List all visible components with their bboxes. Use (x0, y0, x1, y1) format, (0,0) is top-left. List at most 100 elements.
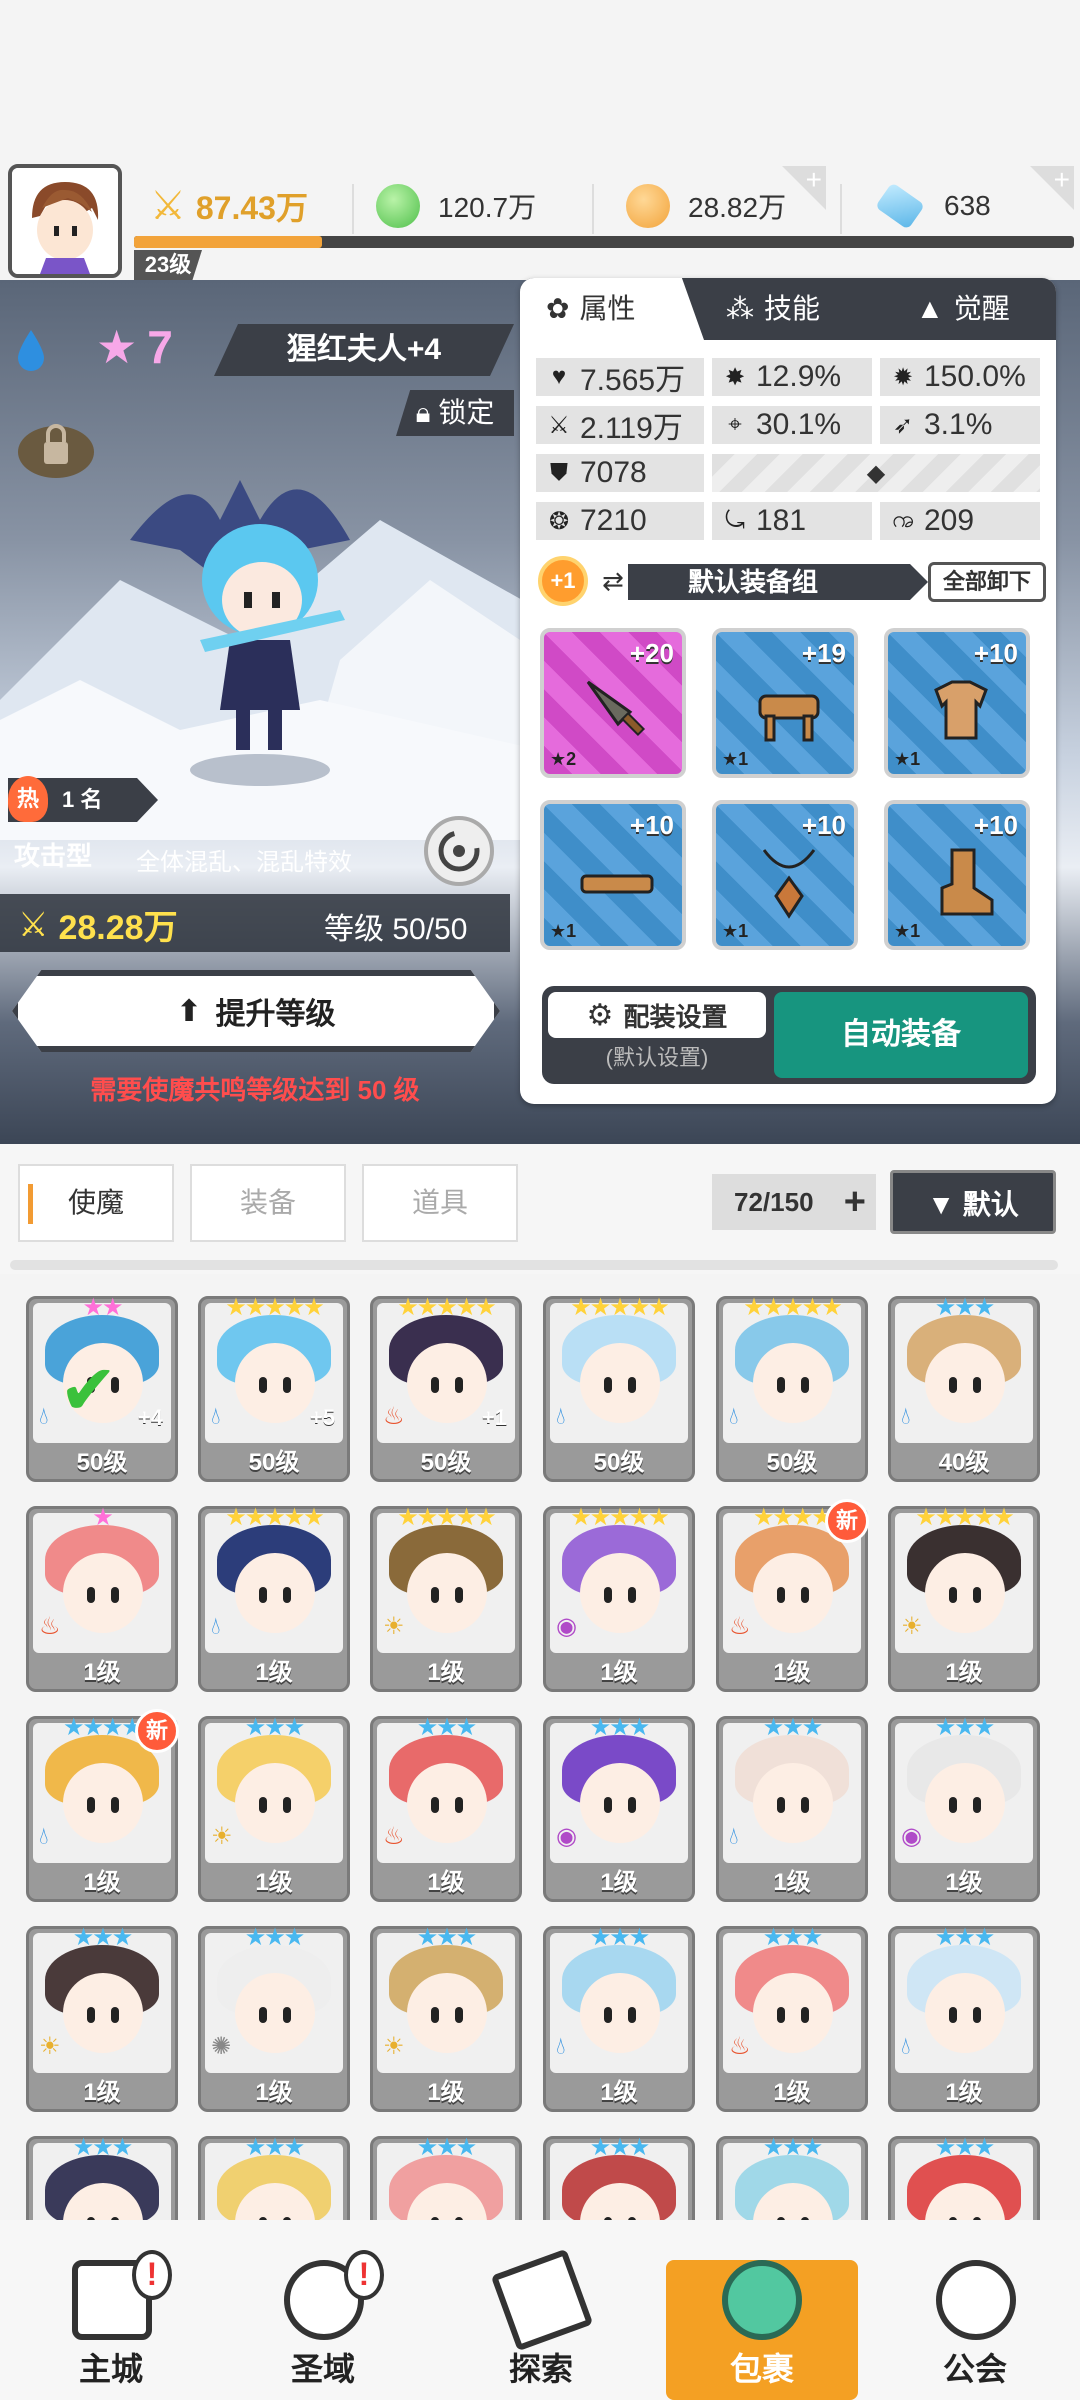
necklace-icon (750, 844, 828, 922)
hero-card[interactable]: ★★★ (198, 2134, 350, 2220)
upgrade-level-button[interactable]: ⬆ 提升等级 (12, 970, 500, 1052)
hero-card[interactable]: ★ ♨ 1级 (26, 1504, 178, 1692)
locked-skin-icon[interactable] (14, 414, 98, 484)
wind-element-icon: ✺ (211, 2033, 232, 2060)
nav-explore[interactable]: 探索 (466, 2248, 616, 2400)
hero-card[interactable]: ★★★ 💧︎ 1级 (716, 1714, 868, 1902)
star-rating: ★★★ (416, 1714, 478, 1741)
hero-card[interactable]: ★★★ (888, 2134, 1040, 2220)
hero-card[interactable]: ★★★★★ ♨ +1 50级 (370, 1296, 522, 1482)
star-rating: ★★★★★ (743, 1296, 843, 1321)
player-avatar[interactable] (8, 164, 122, 278)
tab-skills[interactable]: ⁂ 技能 (726, 278, 820, 340)
star-rating: ★★★★★ (915, 1504, 1015, 1531)
expand-capacity-button[interactable]: + (844, 1174, 866, 1230)
tab-attributes[interactable]: ✿ 属性 (520, 278, 704, 340)
hero-portrait (723, 1303, 861, 1443)
hero-level: 1级 (600, 1659, 638, 1686)
hero-card[interactable]: ★★★ ♨ 1级 (716, 1924, 868, 2112)
nav-guild[interactable]: 公会 (900, 2260, 1050, 2400)
gold-add-button[interactable]: + (782, 166, 826, 210)
hero-card[interactable]: ★★★★★ ◉ 1级 (543, 1504, 695, 1692)
checkmark-icon: ✔ (59, 1351, 118, 1429)
star-rating: ★★★ (589, 2134, 651, 2161)
tab-familiars[interactable]: 使魔 (18, 1164, 174, 1242)
hero-card[interactable]: ★★★ 💧︎ 40级 (888, 1296, 1040, 1482)
nav-sanctuary[interactable]: ! 圣域 (248, 2250, 398, 2400)
equip-slot-sword[interactable]: +20 ★2 (540, 628, 686, 778)
hero-card[interactable]: ★★★ ✺ 1级 (198, 1924, 350, 2112)
hero-card[interactable]: ★★★ ☀ 1级 (198, 1714, 350, 1902)
light-element-icon: ☀ (211, 1823, 233, 1850)
hero-card[interactable]: ★★★ ♨ 1级 (370, 1714, 522, 1902)
hero-plus: +5 (309, 1405, 335, 1430)
hero-level: 1级 (945, 1869, 983, 1896)
crosshair-icon: ⌖ (728, 411, 742, 438)
gem-currency[interactable]: 638 (875, 170, 991, 242)
green-currency[interactable]: 120.7万 (376, 170, 536, 242)
nav-bag[interactable]: 包裹 (666, 2260, 858, 2400)
equip-set-badge[interactable]: +1 (538, 556, 588, 606)
equip-slot-belt[interactable]: +10 ★1 (540, 800, 686, 950)
hero-level: 1级 (945, 2079, 983, 2106)
hero-portrait (895, 1303, 1033, 1443)
hero-card[interactable]: ★★★★★ ☀ 1级 (370, 1504, 522, 1692)
star-rating: ★★★ (244, 1714, 306, 1741)
nav-main-city[interactable]: ! 主城 (36, 2250, 186, 2400)
gold-currency[interactable]: 28.82万 (626, 170, 786, 242)
star-rating: ★★★ (934, 2134, 996, 2161)
hero-card[interactable]: ★★★★ ♨ 新 1级 (716, 1499, 869, 1692)
hero-card[interactable]: ★★★ (716, 2134, 868, 2220)
hero-info-panel: ✿ 属性 ⁂ 技能 ▲ 觉醒 ♥ 7.565万 ✸ 12.9% ✹ 150.0% ⚔ 2… (520, 278, 1056, 1104)
fire-element-icon: ♨ (383, 1823, 405, 1850)
hero-card[interactable]: ★★ 💧︎ +4 ✔ 50级 (26, 1296, 178, 1482)
swap-icon[interactable]: ⇄ (602, 566, 624, 597)
heart-icon: ♥ (551, 363, 567, 390)
hero-level: 50级 (593, 1449, 645, 1476)
hero-type: 攻击型 (14, 841, 93, 871)
equip-group-name[interactable]: 默认装备组 (628, 564, 928, 600)
exp-progress-bar (134, 236, 1074, 248)
hero-card[interactable]: ★★★★ 💧︎ 新 1级 (26, 1709, 179, 1902)
alert-badge: ! (344, 2250, 384, 2300)
lock-button[interactable]: 🔒︎ 锁定 (396, 390, 514, 436)
hero-card[interactable]: ★★★★★ 💧︎ 50级 (543, 1296, 695, 1482)
hero-level: 50级 (248, 1449, 300, 1476)
tab-equipment[interactable]: 装备 (190, 1164, 346, 1242)
hero-portrait (205, 1513, 343, 1653)
hero-card[interactable]: ★★★ ◉ 1级 (543, 1714, 695, 1902)
hero-card[interactable]: ★★★ (26, 2134, 178, 2220)
gem-add-button[interactable]: + (1030, 166, 1074, 210)
star-rating: ★★★ (244, 2134, 306, 2161)
loadout-settings-button[interactable]: ⚙ 配装设置 (548, 992, 766, 1038)
auto-equip-button[interactable]: 自动装备 (774, 992, 1028, 1078)
water-element-icon (18, 330, 44, 371)
hero-card[interactable]: ★★★ (543, 2134, 695, 2220)
unload-all-button[interactable]: 全部卸下 (928, 562, 1046, 602)
equip-slot-armor[interactable]: +10 ★1 (884, 628, 1030, 778)
sort-button[interactable]: ▼ 默认 (890, 1170, 1056, 1234)
hero-card[interactable]: ★★★ (370, 2134, 522, 2220)
hero-level: 1级 (600, 1869, 638, 1896)
tab-items[interactable]: 道具 (362, 1164, 518, 1242)
hero-card[interactable]: ★★★ ◉ 1级 (888, 1714, 1040, 1902)
hero-level: 1级 (427, 2079, 465, 2106)
fire-element-icon: ♨ (729, 1613, 751, 1640)
hero-card[interactable]: ★★★★★ 💧︎ 1级 (198, 1504, 350, 1692)
hero-level: 1级 (427, 1869, 465, 1896)
hero-card[interactable]: ★★★★★ 💧︎ 50级 (716, 1296, 868, 1482)
equip-slot-necklace[interactable]: +10 ★1 (712, 800, 858, 950)
equip-slot-boots[interactable]: +10 ★1 (884, 800, 1030, 950)
hero-portrait (550, 1933, 688, 2073)
star-rating: ★★★ (72, 1924, 134, 1951)
hero-card[interactable]: ★★★★★ ☀ 1级 (888, 1504, 1040, 1692)
equip-slot-helmet[interactable]: +19 ★1 (712, 628, 858, 778)
hero-card[interactable]: ★★★ 💧︎ 1级 (543, 1924, 695, 2112)
hero-card[interactable]: ★★★★★ 💧︎ +5 50级 (198, 1296, 350, 1482)
tab-awaken[interactable]: ▲ 觉醒 (916, 278, 1010, 340)
hero-card[interactable]: ★★★ ☀ 1级 (26, 1924, 178, 2112)
cycle-hero-button[interactable] (424, 816, 494, 886)
hero-card[interactable]: ★★★ 💧︎ 1级 (888, 1924, 1040, 2112)
hero-level: 1级 (255, 1659, 293, 1686)
hero-card[interactable]: ★★★ ☀ 1级 (370, 1924, 522, 2112)
